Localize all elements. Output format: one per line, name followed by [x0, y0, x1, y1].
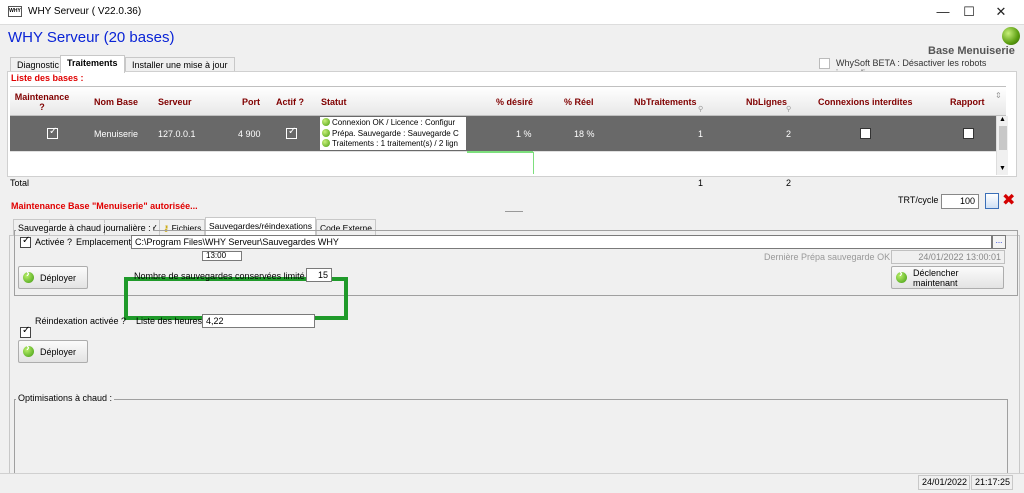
- sauvegarde-active-label: Activée ?: [35, 237, 73, 247]
- deploy-sauvegarde-label: Déployer: [40, 272, 77, 283]
- deploy-reindexation-label: Déployer: [40, 346, 77, 357]
- reindexation-checkbox[interactable]: [20, 325, 31, 338]
- status-ok-icon: [322, 128, 330, 137]
- grid-scrollbar[interactable]: ▲ ▼: [996, 116, 1008, 175]
- emplacement-label: Emplacement :: [76, 237, 137, 247]
- cell-pct-desire: 1 %: [516, 128, 532, 139]
- maintenance-checkbox[interactable]: [47, 126, 58, 139]
- cell-serveur: 127.0.0.1: [158, 128, 196, 139]
- status-line: Traitements : 1 traitement(s) / 2 lign: [332, 139, 458, 148]
- deploy-reindexation-button[interactable]: Déployer: [18, 340, 88, 363]
- app-heading: WHY Serveur (20 bases): [8, 29, 175, 46]
- col-actif[interactable]: Actif ?: [276, 87, 316, 117]
- col-port[interactable]: Port: [242, 87, 272, 117]
- current-base-name: Base Menuiserie: [928, 45, 1015, 57]
- heure-sauvegarde-input[interactable]: 13:00: [202, 251, 242, 261]
- main-window: WHY Serveur (20 bases) Base Menuiserie D…: [0, 24, 1024, 493]
- collapse-icon[interactable]: ⇕: [995, 91, 1002, 100]
- delete-icon[interactable]: ✖: [1002, 192, 1016, 209]
- sauvegarde-group-title: Sauvegarde à chaud journalière :: [16, 223, 153, 233]
- splitter-handle[interactable]: [505, 211, 523, 212]
- optimisations-group-title: Optimisations à chaud :: [16, 393, 115, 403]
- col-connexions-interdites[interactable]: Connexions interdites: [818, 87, 928, 117]
- nb-sauvegardes-input[interactable]: 15: [306, 268, 332, 282]
- status-line: Connexion OK / Licence : Configur: [332, 118, 456, 127]
- sort-icon: ⚲: [698, 106, 704, 113]
- reindexation-label: Réindexation activée ?: [35, 316, 127, 326]
- col-serveur[interactable]: Serveur: [158, 87, 208, 117]
- title-bar: WHY WHY Serveur ( V22.0.36) — ☐ ✕: [0, 0, 1024, 24]
- total-nb-lignes: 2: [786, 178, 792, 188]
- progress-mark: [467, 151, 533, 153]
- go-arrow-icon: [896, 268, 907, 283]
- scroll-down-icon[interactable]: ▼: [999, 165, 1006, 172]
- cell-nb-lignes: 2: [786, 128, 792, 139]
- maintenance-message: Maintenance Base "Menuiserie" autorisée.…: [11, 201, 198, 211]
- bases-list-title: Liste des bases :: [11, 73, 84, 83]
- scroll-thumb[interactable]: [999, 126, 1007, 150]
- status-ok-icon: [322, 139, 330, 147]
- status-bar: [0, 473, 1024, 493]
- cell-port: 4 900: [238, 128, 261, 139]
- sauvegarde-active-checkbox[interactable]: [20, 235, 31, 248]
- status-time: 21:17:25: [971, 475, 1013, 490]
- optimisations-group: [14, 399, 1008, 481]
- col-pct-reel[interactable]: % Réel: [564, 87, 604, 117]
- sort-icon: ⚲: [786, 106, 792, 113]
- declencher-maintenant-button[interactable]: Déclencher maintenant: [891, 266, 1004, 289]
- col-nom-base[interactable]: Nom Base: [94, 87, 154, 117]
- heures-label: Liste des heures ?: [136, 316, 210, 326]
- go-arrow-icon: [23, 268, 34, 283]
- derniere-prepa-label: Dernière Prépa sauvegarde OK :: [764, 252, 896, 262]
- emplacement-input[interactable]: C:\Program Files\WHY Serveur\Sauvegardes…: [131, 235, 992, 249]
- trt-cycle-label: TRT/cycle :: [898, 195, 944, 205]
- cell-nb-traitements: 1: [698, 128, 704, 139]
- cell-nom-base: Menuiserie: [94, 128, 139, 139]
- status-ok-icon: [322, 118, 330, 126]
- scroll-up-icon[interactable]: ▲: [999, 116, 1006, 123]
- actif-checkbox[interactable]: [286, 126, 297, 139]
- total-nb-traitements: 1: [698, 178, 704, 188]
- trt-cycle-input[interactable]: 100: [941, 194, 979, 209]
- status-orb-icon: [1002, 27, 1020, 45]
- col-rapport[interactable]: Rapport: [950, 87, 990, 117]
- rapport-checkbox[interactable]: [963, 128, 974, 139]
- go-arrow-icon: [23, 342, 34, 357]
- progress-divider: [533, 152, 534, 174]
- declencher-maintenant-label: Déclencher maintenant: [913, 267, 959, 288]
- heures-input[interactable]: 4,22: [202, 314, 315, 328]
- whysoft-beta-checkbox[interactable]: [819, 58, 830, 69]
- col-nb-lignes[interactable]: NbLignes: [746, 87, 806, 117]
- total-label: Total: [10, 178, 30, 188]
- status-cell: Connexion OK / Licence : Configur Prépa.…: [320, 117, 466, 150]
- table-row[interactable]: Menuiserie 127.0.0.1 4 900 Connexion OK …: [10, 116, 996, 151]
- status-date: 24/01/2022: [918, 475, 970, 490]
- window-title: WHY Serveur ( V22.0.36): [28, 6, 142, 17]
- connexions-interdites-checkbox[interactable]: [860, 128, 871, 139]
- browse-button[interactable]: ...: [992, 235, 1006, 249]
- tab-traitements[interactable]: Traitements: [60, 55, 125, 73]
- status-line: Prépa. Sauvegarde : Sauvegarde C: [332, 128, 459, 138]
- grid-header: Maintenance ? Nom Base Serveur Port Acti…: [10, 86, 1006, 116]
- derniere-prepa-value: 24/01/2022 13:00:01: [891, 250, 1005, 264]
- nb-sauvegardes-label: Nombre de sauvegardes conservées limité …: [134, 271, 318, 281]
- col-pct-desire[interactable]: % désiré: [496, 87, 546, 117]
- cell-pct-reel: 18 %: [574, 128, 595, 139]
- col-maintenance[interactable]: Maintenance ?: [14, 87, 70, 117]
- col-statut[interactable]: Statut: [321, 87, 371, 117]
- document-icon[interactable]: [985, 193, 999, 209]
- deploy-sauvegarde-button[interactable]: Déployer: [18, 266, 88, 289]
- app-icon: WHY: [8, 6, 22, 17]
- close-button[interactable]: ✕: [978, 0, 1024, 24]
- total-row: [10, 151, 996, 174]
